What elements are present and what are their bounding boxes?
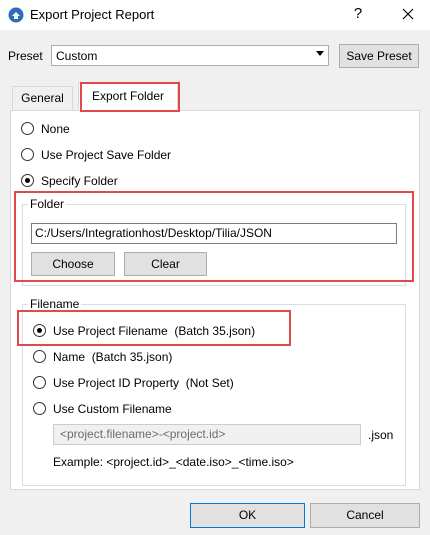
radio-project-save-folder-label: Use Project Save Folder [41, 148, 172, 162]
app-icon [8, 7, 24, 23]
close-icon [402, 8, 414, 20]
radio-use-project-id-label: Use Project ID Property (Not Set) [53, 376, 234, 390]
radio-use-custom-filename-label: Use Custom Filename [53, 402, 172, 416]
preset-dropdown[interactable]: Custom [51, 45, 329, 66]
radio-use-custom-filename[interactable] [33, 402, 46, 415]
filename-group-title: Filename [28, 297, 82, 311]
radio-none-label: None [41, 122, 70, 136]
radio-name[interactable] [33, 350, 46, 363]
option-detail: (Batch 35.json) [91, 350, 173, 364]
window-title: Export Project Report [30, 7, 155, 22]
json-suffix: .json [368, 428, 394, 442]
option-label: Name [53, 350, 86, 364]
radio-specify-folder-label: Specify Folder [41, 174, 118, 188]
highlight-folder-group [14, 191, 414, 282]
chevron-down-icon [316, 51, 324, 56]
radio-specify-folder[interactable] [21, 174, 34, 187]
preset-label: Preset [8, 49, 43, 63]
radio-none[interactable] [21, 122, 34, 135]
custom-filename-input[interactable]: <project.filename>-<project.id> [53, 424, 361, 445]
radio-project-save-folder[interactable] [21, 148, 34, 161]
help-button[interactable]: ? [346, 3, 370, 25]
radio-use-project-id[interactable] [33, 376, 46, 389]
highlight-export-tab [80, 82, 180, 112]
cancel-button[interactable]: Cancel [310, 503, 420, 528]
option-detail: (Not Set) [185, 376, 234, 390]
highlight-project-filename [17, 310, 291, 346]
preset-value: Custom [56, 49, 98, 63]
example-text: Example: <project.id>_<date.iso>_<time.i… [53, 455, 294, 469]
close-button[interactable] [396, 3, 420, 25]
option-label: Use Project ID Property [53, 376, 180, 390]
tab-general[interactable]: General [12, 86, 73, 110]
radio-name-label: Name (Batch 35.json) [53, 350, 172, 364]
save-preset-button[interactable]: Save Preset [339, 44, 419, 68]
ok-button[interactable]: OK [190, 503, 305, 528]
